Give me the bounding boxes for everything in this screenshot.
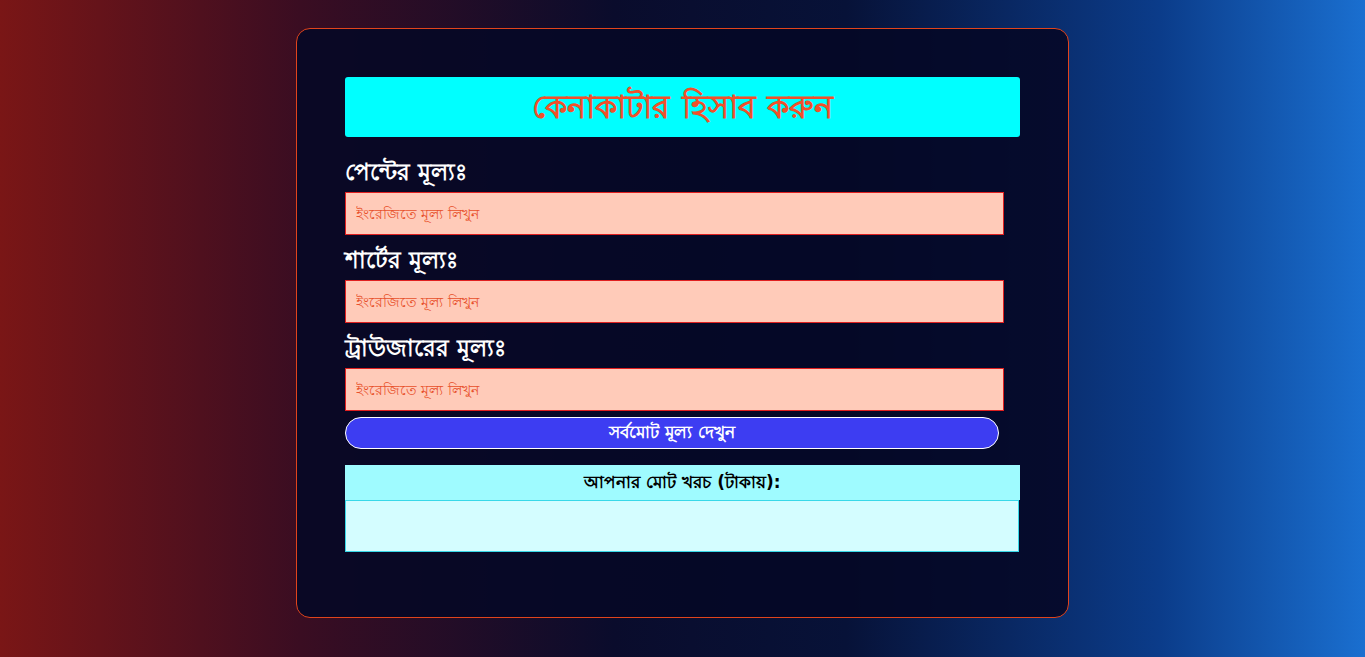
price-input[interactable] <box>345 280 1004 323</box>
calculator-card: কেনাকাটার হিসাব করুন পেন্টের মূল্যঃ শার্টে… <box>296 28 1069 618</box>
result-label: আপনার মোট খরচ (টাকায়): <box>345 465 1020 500</box>
result-box <box>345 500 1019 552</box>
price-input[interactable] <box>345 192 1004 235</box>
total-button[interactable]: সর্বমোট মূল্য দেখুন <box>345 417 999 449</box>
field-label: শার্টের মূল্যঃ <box>345 249 1020 272</box>
field-label: পেন্টের মূল্যঃ <box>345 161 1020 184</box>
price-input[interactable] <box>345 368 1004 411</box>
field-label: ট্রাউজারের মূল্যঃ <box>345 337 1020 360</box>
title-bar: কেনাকাটার হিসাব করুন <box>345 77 1020 137</box>
